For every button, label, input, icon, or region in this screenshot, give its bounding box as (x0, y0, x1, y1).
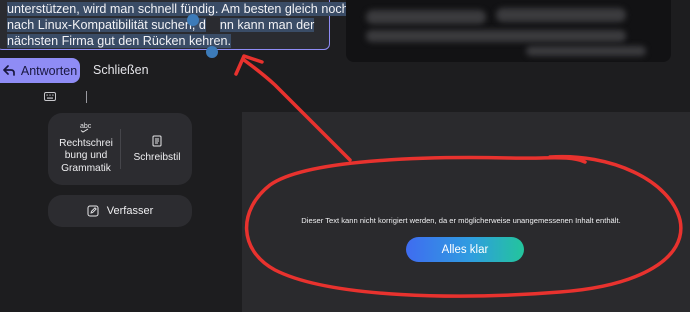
blurred-preview-card (346, 0, 671, 62)
style-label: Schreibstil (133, 151, 181, 163)
edit-icon (87, 205, 99, 217)
reply-button[interactable]: Antworten (0, 58, 80, 83)
svg-text:abc: abc (80, 123, 92, 130)
selected-text: unterstützen, wird man schnell fündig. A… (7, 2, 349, 16)
author-button[interactable]: Verfasser (48, 195, 192, 227)
spellcheck-icon: abc (80, 123, 92, 133)
selected-text: nach Linux-Kompatibilität suchen, d (7, 18, 206, 32)
reply-label: Antworten (20, 63, 78, 78)
text-cursor (86, 91, 87, 103)
compose-text-area[interactable]: unterstützen, wird man schnell fündig. A… (0, 0, 349, 50)
spelling-label-line-1: Rechtschrei (59, 137, 113, 149)
selection-end-handle[interactable] (206, 46, 218, 58)
compose-line-2: nach Linux-Kompatibilität suchen, d nn ka… (7, 17, 323, 33)
writing-tools-panel: abc Rechtschrei bung und Grammatik Schre… (48, 113, 192, 185)
document-style-icon (152, 135, 162, 147)
annotation-arrow-head (234, 54, 264, 76)
spelling-grammar-tool[interactable]: abc Rechtschrei bung und Grammatik (56, 121, 116, 175)
keyboard-icon[interactable] (44, 92, 56, 101)
writing-style-tool[interactable]: Schreibstil (126, 135, 188, 164)
selection-start-handle[interactable] (187, 14, 199, 26)
author-label: Verfasser (106, 205, 154, 217)
correction-dialog: Dieser Text kann nicht korrigiert werden… (242, 112, 690, 312)
spelling-label-line-2: bung und (64, 150, 108, 161)
compose-line-1: unterstützen, wird man schnell fündig. A… (7, 1, 349, 17)
dialog-message: Dieser Text kann nicht korrigiert werden… (301, 216, 621, 225)
selected-text: nn kann man der (219, 18, 315, 32)
ok-button[interactable]: Alles klar (406, 237, 524, 262)
tool-divider (120, 129, 121, 169)
selected-text: nächsten Firma gut den Rücken kehren. (7, 34, 232, 48)
spelling-label-line-3: Grammatik (61, 162, 111, 174)
reply-arrow-icon (3, 65, 15, 76)
close-button[interactable]: Schließen (93, 63, 149, 77)
compose-line-3: nächsten Firma gut den Rücken kehren. (7, 33, 323, 49)
